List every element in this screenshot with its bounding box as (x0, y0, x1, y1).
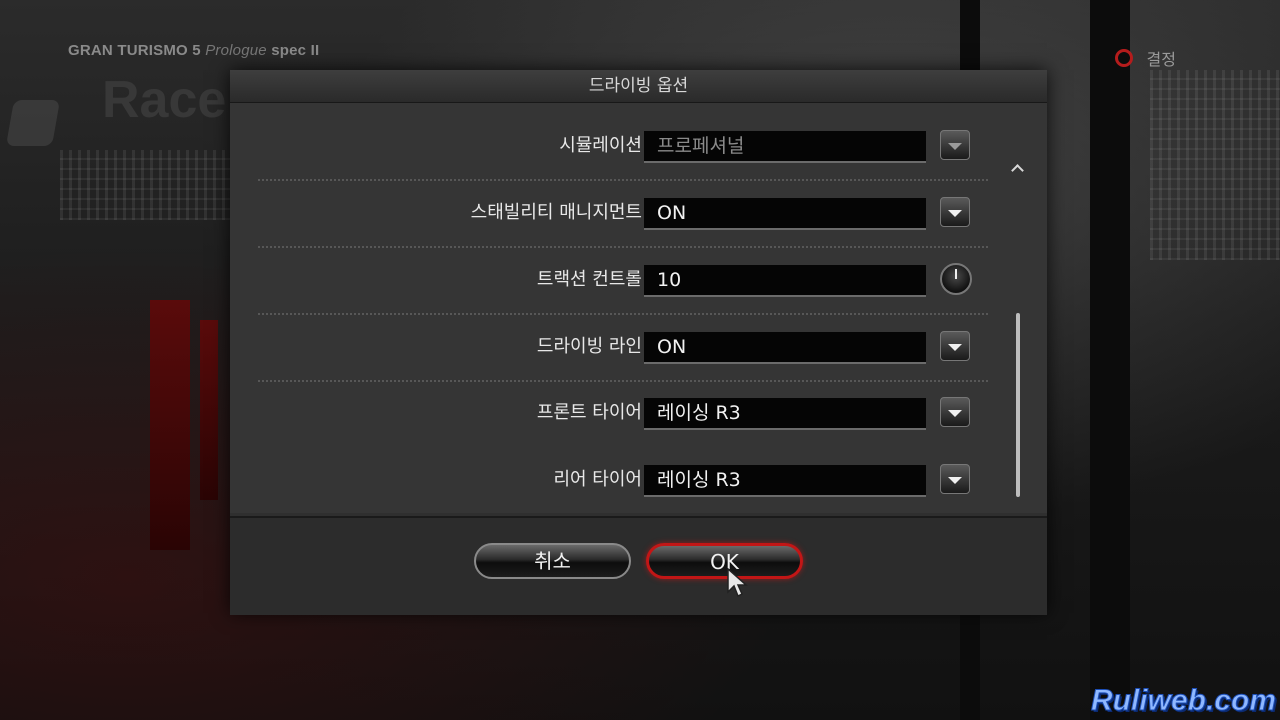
option-label: 시뮬레이션 (559, 135, 642, 156)
option-label: 스태빌리티 매니지먼트 (470, 202, 642, 223)
option-label: 프론트 타이어 (536, 402, 642, 423)
option-row-rear-tire[interactable]: 리어 타이어 레이싱 R3 (258, 447, 988, 513)
game-title-main: GRAN TURISMO 5 (68, 42, 201, 59)
background-grandstand (1150, 70, 1280, 260)
background-car-wing (200, 320, 218, 500)
confirm-hint-label: 결정 (1146, 50, 1176, 69)
option-row-simulation[interactable]: 시뮬레이션 프로페셔널 (258, 113, 988, 181)
option-value-field[interactable]: 레이싱 R3 (644, 465, 926, 497)
chevron-down-icon (948, 343, 962, 351)
chevron-down-icon (948, 142, 962, 150)
dropdown-button[interactable] (940, 331, 970, 361)
option-label: 드라이빙 라인 (536, 336, 642, 357)
chevron-down-icon (948, 409, 962, 417)
option-value-field[interactable]: 프로페셔널 (644, 131, 926, 163)
chevron-down-icon (948, 209, 962, 217)
background-car-wing (150, 300, 190, 550)
dropdown-button[interactable] (940, 197, 970, 227)
background-logo (5, 100, 61, 146)
dial-knob-icon[interactable] (940, 263, 972, 295)
option-row-driving-line[interactable]: 드라이빙 라인 ON (258, 314, 988, 382)
dropdown-button[interactable] (940, 397, 970, 427)
watermark: Ruliweb.com (1090, 684, 1276, 718)
chevron-down-icon (948, 476, 962, 484)
options-list: 시뮬레이션 프로페셔널 스태빌리티 매니지먼트 ON 트랙션 컨트롤 10 드라… (230, 103, 1047, 513)
option-value-field[interactable]: 10 (644, 265, 926, 297)
option-label: 리어 타이어 (553, 469, 642, 490)
driving-options-dialog: 드라이빙 옵션 시뮬레이션 프로페셔널 스태빌리티 매니지먼트 ON 트랙션 컨… (230, 70, 1047, 615)
option-row-stability-management[interactable]: 스태빌리티 매니지먼트 ON (258, 180, 988, 248)
dropdown-button[interactable] (940, 464, 970, 494)
option-row-front-tire[interactable]: 프론트 타이어 레이싱 R3 (258, 380, 988, 446)
option-value-field[interactable]: ON (644, 332, 926, 364)
scroll-up-icon[interactable] (1010, 163, 1024, 173)
option-label: 트랙션 컨트롤 (536, 269, 642, 290)
background-title-text: Race (102, 71, 227, 129)
mouse-pointer-icon (727, 568, 748, 598)
dialog-title: 드라이빙 옵션 (230, 70, 1047, 103)
option-value-field[interactable]: ON (644, 198, 926, 230)
game-title-spec: spec II (271, 42, 320, 59)
game-title: GRAN TURISMO 5 Prologue spec II (68, 42, 319, 59)
ok-button[interactable]: OK (646, 543, 803, 579)
dropdown-button[interactable] (940, 130, 970, 160)
circle-button-icon (1114, 49, 1133, 67)
option-row-traction-control[interactable]: 트랙션 컨트롤 10 (258, 247, 988, 315)
confirm-hint: 결정 (1114, 46, 1176, 70)
option-value-field[interactable]: 레이싱 R3 (644, 398, 926, 430)
game-title-sub: Prologue (205, 42, 267, 59)
background-pillar (1090, 0, 1130, 720)
scrollbar[interactable] (1016, 313, 1020, 497)
dialog-footer (230, 516, 1047, 615)
cancel-button[interactable]: 취소 (474, 543, 631, 579)
